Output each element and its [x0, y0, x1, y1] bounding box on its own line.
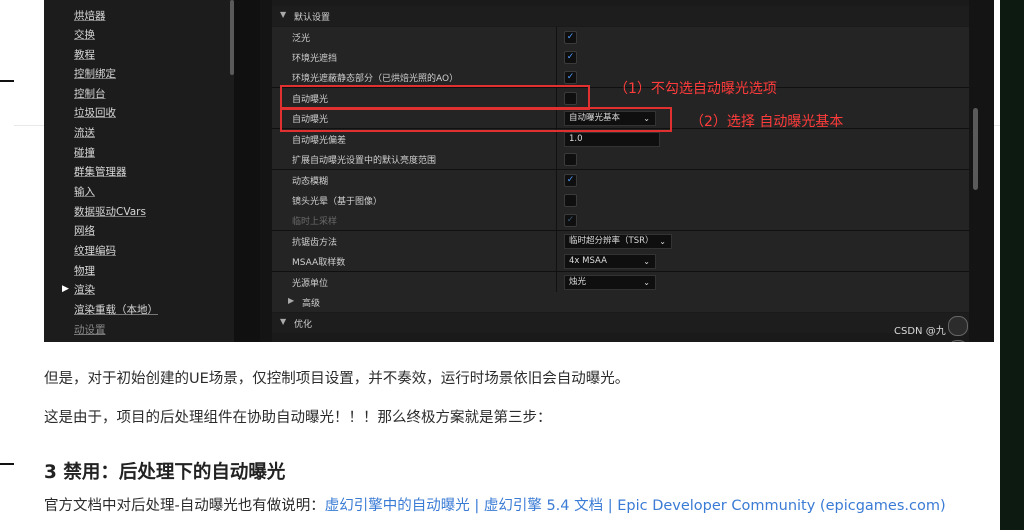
article-heading: 3 禁用：后处理下的自动曝光 — [44, 462, 286, 483]
page-right-edge — [1000, 0, 1024, 530]
chevron-down-icon: ⌄ — [643, 278, 650, 287]
edge-rule-top — [0, 80, 14, 82]
article-paragraph-1: 但是，对于初始创建的UE场景，仅控制项目设置，并不奏效，运行时场景依旧会自动曝光… — [44, 371, 630, 387]
row-exposure-bias: 自动曝光偏差 1.0 — [272, 129, 969, 150]
nav-item[interactable]: 输入 — [74, 184, 95, 199]
triangle-expand-icon: ▼ — [280, 317, 287, 326]
nav-item-active[interactable]: 渲染 — [74, 282, 95, 297]
row-temporal-upsample: 临时上采样 ✓ — [272, 210, 969, 231]
nav-item[interactable]: 交换 — [74, 27, 95, 42]
exposure-bias-field[interactable]: 1.0 — [564, 132, 660, 147]
checkbox-checked-icon[interactable]: ✓ — [564, 174, 577, 187]
row-bloom: 泛光 ✓ — [272, 27, 969, 48]
checkbox-unchecked-icon[interactable] — [564, 194, 577, 207]
settings-panel: ▼ 默认设置 泛光 ✓ 环境光遮挡 ✓ 环境光遮蔽静态部分（已烘焙光照的AO） … — [272, 0, 969, 342]
chevron-down-icon: ⌄ — [659, 237, 666, 246]
msaa-dropdown[interactable]: 4x MSAA ⌄ — [564, 254, 656, 269]
nav-item[interactable]: 群集管理器 — [74, 164, 127, 179]
checkbox-unchecked-icon[interactable] — [564, 153, 577, 166]
settings-left-nav: 烘焙器 交换 教程 控制绑定 控制台 垃圾回收 流送 碰撞 群集管理器 输入 数… — [44, 0, 234, 342]
article-paragraph-2: 这是由于，项目的后处理组件在协助自动曝光！！！那么终极方案就是第三步： — [44, 410, 552, 426]
annotation-step1: （1）不勾选自动曝光选项 — [614, 81, 777, 97]
nav-item[interactable]: 流送 — [74, 125, 95, 140]
nav-item[interactable]: 渲染重载（本地） — [74, 302, 158, 317]
nav-item[interactable]: 控制绑定 — [74, 66, 116, 81]
nav-item[interactable]: 垃圾回收 — [74, 105, 116, 120]
nav-separator — [234, 0, 260, 342]
annotation-step2: （2）选择 自动曝光基本 — [690, 114, 844, 130]
nav-item[interactable]: 动设置 — [74, 322, 106, 337]
nav-item[interactable]: 物理 — [74, 263, 95, 278]
section-default[interactable]: ▼ 默认设置 — [272, 6, 969, 26]
section-optimize[interactable]: ▼ 优化 — [272, 313, 969, 333]
chevron-down-icon: ⌄ — [643, 257, 650, 266]
section-advanced[interactable]: ▶ 高级 — [272, 292, 969, 312]
panel-scrollbar[interactable] — [969, 0, 994, 342]
triangle-right-icon: ▶ — [288, 296, 295, 305]
nav-item[interactable]: 纹理编码 — [74, 243, 116, 258]
checkbox-checked-icon[interactable]: ✓ — [564, 31, 577, 44]
row-motion-blur: 动态模糊 ✓ — [272, 170, 969, 191]
nav-item[interactable]: 教程 — [74, 47, 95, 62]
nav-item[interactable]: 数据驱动CVars — [74, 204, 146, 219]
triangle-expand-icon: ▼ — [280, 10, 287, 19]
watermark-icons — [948, 316, 992, 342]
checkbox-checked-icon[interactable]: ✓ — [564, 71, 577, 84]
light-units-dropdown[interactable]: 烛光 ⌄ — [564, 275, 656, 290]
row-ao: 环境光遮挡 ✓ — [272, 47, 969, 68]
csdn-watermark: CSDN @九 — [894, 326, 946, 337]
nav-item[interactable]: 碰撞 — [74, 145, 95, 160]
row-lens-flare: 镜头光晕（基于图像） — [272, 190, 969, 211]
nav-item[interactable]: 控制台 — [74, 86, 106, 101]
row-msaa: MSAA取样数 4x MSAA ⌄ — [272, 251, 969, 272]
article-description: 官方文档中对后处理-自动曝光也有做说明：虚幻引擎中的自动曝光 | 虚幻引擎 5.… — [44, 498, 946, 514]
aa-method-dropdown[interactable]: 临时超分辨率（TSR） ⌄ — [564, 234, 672, 249]
edge-rule-bottom — [0, 463, 14, 465]
nav-item[interactable]: 烘焙器 — [74, 8, 106, 23]
checkbox-disabled-icon: ✓ — [564, 214, 577, 227]
row-extend-range: 扩展自动曝光设置中的默认亮度范围 — [272, 149, 969, 170]
triangle-right-icon: ▶ — [62, 284, 69, 294]
checkbox-checked-icon[interactable]: ✓ — [564, 51, 577, 64]
row-light-units: 光源单位 烛光 ⌄ — [272, 272, 969, 293]
highlight-box-exposure-method — [280, 107, 672, 132]
row-aa-method: 抗锯齿方法 临时超分辨率（TSR） ⌄ — [272, 231, 969, 252]
nav-item[interactable]: 网络 — [74, 223, 95, 238]
project-settings-screenshot: 烘焙器 交换 教程 控制绑定 控制台 垃圾回收 流送 碰撞 群集管理器 输入 数… — [44, 0, 994, 342]
docs-link[interactable]: 虚幻引擎中的自动曝光 | 虚幻引擎 5.4 文档 | Epic Develope… — [325, 498, 946, 514]
